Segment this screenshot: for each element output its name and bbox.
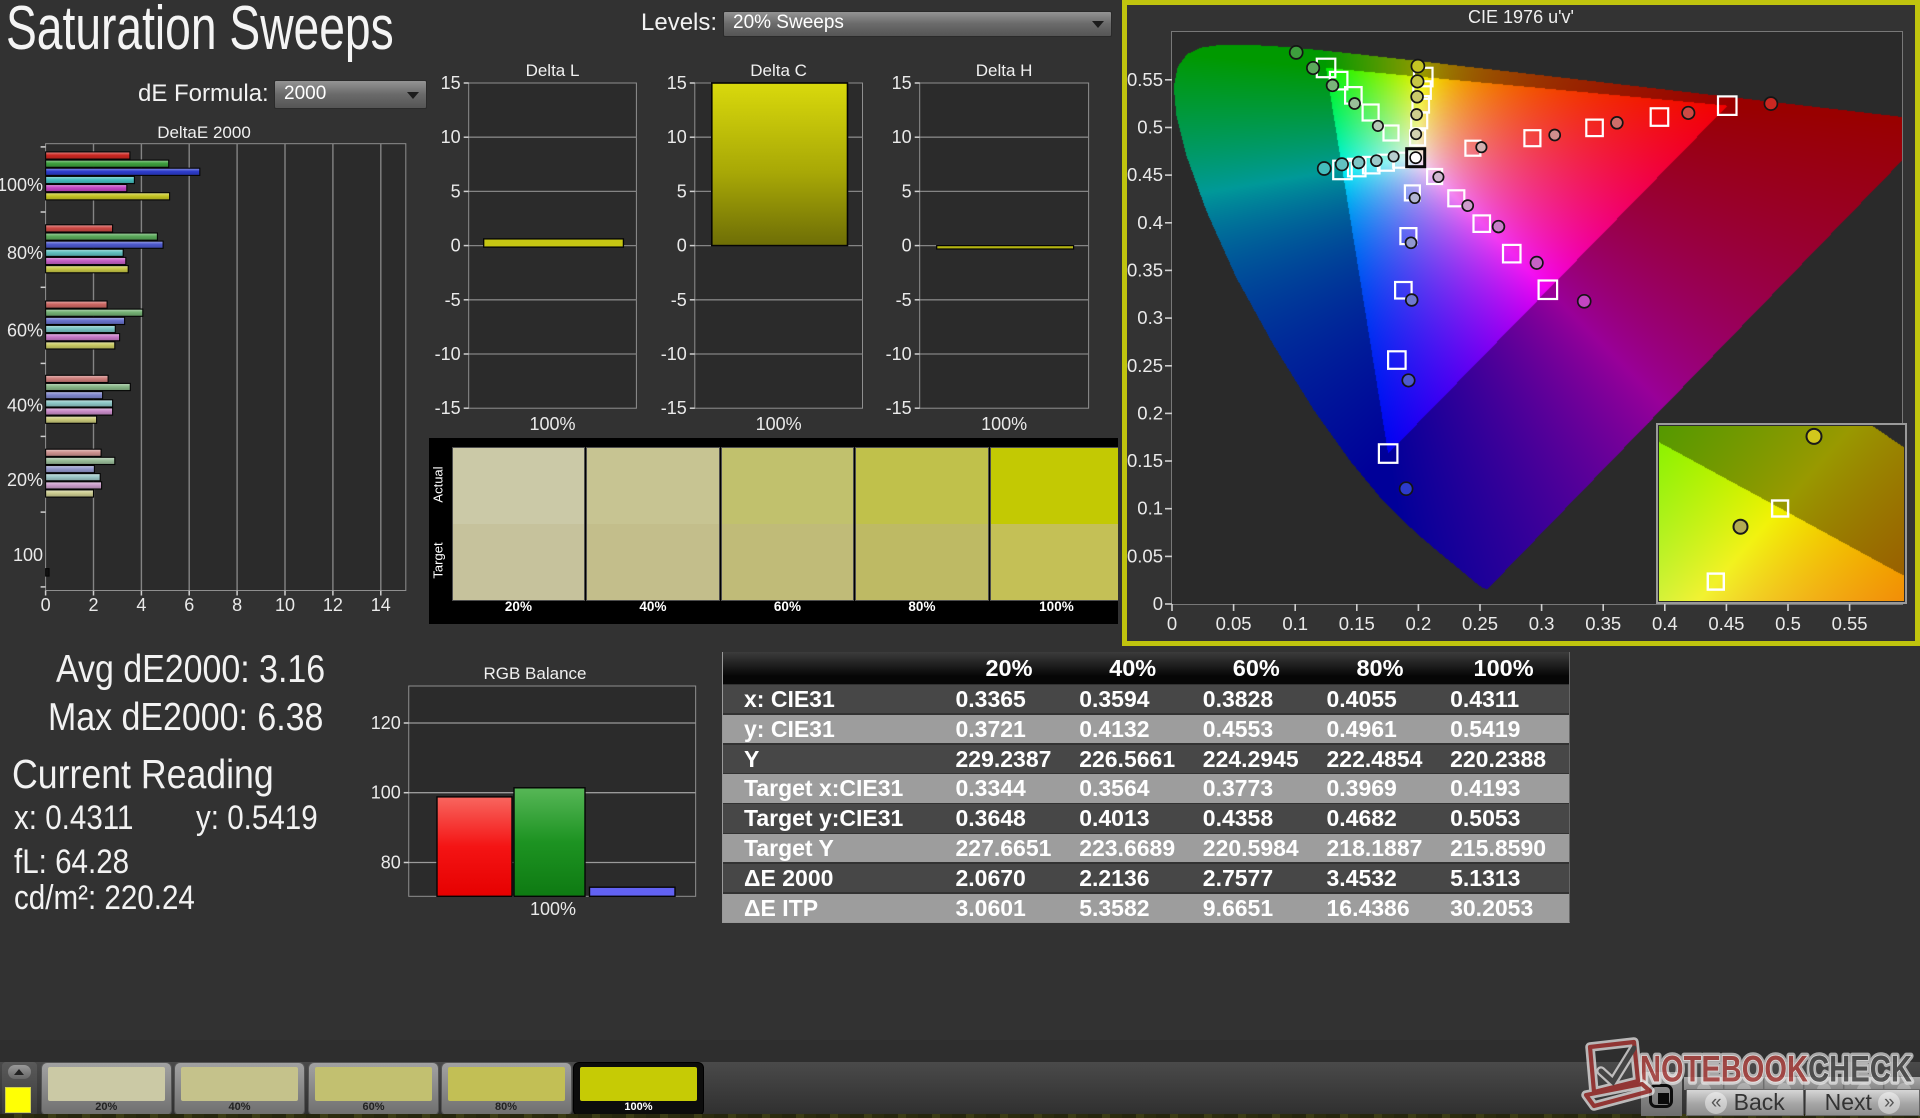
svg-text:2: 2 [88, 595, 98, 615]
svg-text:-10: -10 [886, 344, 912, 364]
svg-text:Delta L: Delta L [526, 61, 580, 80]
svg-text:14: 14 [371, 595, 391, 615]
svg-text:100: 100 [13, 545, 43, 565]
svg-text:100%: 100% [530, 899, 576, 919]
svg-text:CHECK: CHECK [1808, 1049, 1912, 1090]
svg-text:-5: -5 [896, 290, 912, 310]
svg-text:NOTEBOOK: NOTEBOOK [1640, 1049, 1808, 1090]
svg-text:-15: -15 [661, 398, 687, 418]
svg-text:80: 80 [381, 853, 401, 873]
svg-text:100: 100 [371, 783, 401, 803]
svg-text:-15: -15 [435, 398, 461, 418]
svg-text:60%: 60% [7, 320, 43, 340]
svg-text:-5: -5 [445, 290, 461, 310]
svg-text:5: 5 [451, 181, 461, 201]
svg-text:-10: -10 [435, 344, 461, 364]
svg-text:8: 8 [232, 595, 242, 615]
svg-text:100%: 100% [0, 175, 43, 195]
svg-text:DeltaE 2000: DeltaE 2000 [157, 123, 251, 142]
svg-text:5: 5 [902, 181, 912, 201]
svg-text:RGB Balance: RGB Balance [484, 664, 587, 683]
svg-text:80%: 80% [7, 243, 43, 263]
svg-text:15: 15 [667, 73, 687, 93]
svg-text:12: 12 [323, 595, 343, 615]
svg-text:40%: 40% [7, 396, 43, 416]
svg-text:-15: -15 [886, 398, 912, 418]
svg-text:Delta C: Delta C [750, 61, 807, 80]
svg-text:15: 15 [441, 73, 461, 93]
svg-text:15: 15 [892, 73, 912, 93]
svg-text:100%: 100% [981, 414, 1027, 434]
svg-text:5: 5 [677, 181, 687, 201]
svg-text:0: 0 [451, 236, 461, 256]
svg-text:20%: 20% [7, 470, 43, 490]
svg-text:10: 10 [892, 127, 912, 147]
svg-text:10: 10 [275, 595, 295, 615]
svg-text:-5: -5 [671, 290, 687, 310]
svg-text:10: 10 [441, 127, 461, 147]
svg-text:Delta H: Delta H [976, 61, 1033, 80]
svg-text:100%: 100% [756, 414, 802, 434]
svg-text:10: 10 [667, 127, 687, 147]
svg-text:6: 6 [184, 595, 194, 615]
svg-text:-10: -10 [661, 344, 687, 364]
svg-text:100%: 100% [529, 414, 575, 434]
svg-text:0: 0 [41, 595, 51, 615]
svg-text:0: 0 [677, 236, 687, 256]
svg-text:0: 0 [902, 236, 912, 256]
svg-text:120: 120 [371, 713, 401, 733]
svg-text:4: 4 [136, 595, 146, 615]
